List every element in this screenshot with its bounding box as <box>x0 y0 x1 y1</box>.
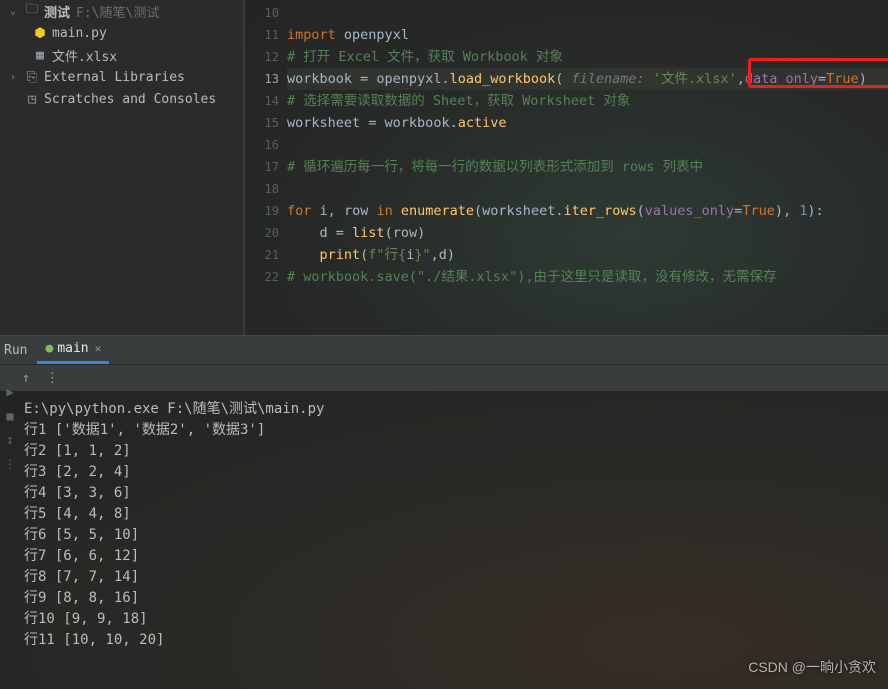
rerun-icon[interactable]: ▶ <box>6 385 13 399</box>
left-gutter-toolbar: ▶ ■ ↧ ⋮ <box>0 385 20 471</box>
line-number: 14 <box>245 90 287 112</box>
run-success-icon: ● <box>45 341 53 356</box>
run-tab-main[interactable]: ● main ✕ <box>37 336 109 364</box>
watermark-text: CSDN @一晌小贪欢 <box>748 657 876 677</box>
run-section-label: Run <box>0 343 37 358</box>
code-line[interactable] <box>287 178 888 200</box>
code-line[interactable]: import openpyxl <box>287 24 888 46</box>
tree-root-path: F:\随笔\测试 <box>76 2 159 21</box>
code-line[interactable]: # 循环遍历每一行，将每一行的数据以列表形式添加到 rows 列表中 <box>287 156 888 178</box>
console-line: 行1 ['数据1', '数据2', '数据3'] <box>24 420 888 441</box>
more-icon[interactable]: ⋮ <box>4 457 16 471</box>
line-number: 20 <box>245 222 287 244</box>
code-line[interactable] <box>287 2 888 24</box>
console-line: 行8 [7, 7, 14] <box>24 567 888 588</box>
scratches-icon: ◳ <box>24 92 40 107</box>
code-line[interactable]: # 打开 Excel 文件，获取 Workbook 对象 <box>287 46 888 68</box>
console-line: 行6 [5, 5, 10] <box>24 525 888 546</box>
console-line: 行9 [8, 8, 16] <box>24 588 888 609</box>
scroll-to-top-icon[interactable]: ↑ <box>22 371 30 386</box>
code-line[interactable]: d = list(row) <box>287 222 888 244</box>
tree-file-main-py[interactable]: ⬢ main.py <box>0 22 243 44</box>
tree-external-libraries[interactable]: › ⎘ External Libraries <box>0 66 243 88</box>
scratches-label: Scratches and Consoles <box>44 92 216 107</box>
chevron-right-icon[interactable]: › <box>10 72 22 83</box>
console-line: 行5 [4, 4, 8] <box>24 504 888 525</box>
line-number: 19 <box>245 200 287 222</box>
console-line: 行3 [2, 2, 4] <box>24 462 888 483</box>
code-line[interactable]: # 选择需要读取数据的 Sheet，获取 Worksheet 对象 <box>287 90 888 112</box>
code-line[interactable]: for i, row in enumerate(worksheet.iter_r… <box>287 200 888 222</box>
line-number-gutter: 10111213141516171819202122 <box>245 0 287 335</box>
line-number: 18 <box>245 178 287 200</box>
code-editor[interactable]: 10111213141516171819202122 import openpy… <box>244 0 888 335</box>
console-line: 行7 [6, 6, 12] <box>24 546 888 567</box>
tree-file-label: main.py <box>52 26 107 41</box>
more-actions-icon[interactable]: ⋮ <box>46 371 59 386</box>
python-file-icon: ⬢ <box>32 26 48 41</box>
line-number: 15 <box>245 112 287 134</box>
console-line: 行10 [9, 9, 18] <box>24 609 888 630</box>
line-number: 10 <box>245 2 287 24</box>
tree-root-folder[interactable]: ⌄ 🗀 测试 F:\随笔\测试 <box>0 0 243 22</box>
tree-scratches[interactable]: ◳ Scratches and Consoles <box>0 88 243 110</box>
close-icon[interactable]: ✕ <box>95 342 102 355</box>
line-number: 16 <box>245 134 287 156</box>
code-line[interactable]: worksheet = workbook.active <box>287 112 888 134</box>
line-number: 22 <box>245 266 287 288</box>
run-panel-tabstrip: Run ● main ✕ <box>0 335 888 365</box>
console-line: 行11 [10, 10, 20] <box>24 630 888 651</box>
external-libraries-label: External Libraries <box>44 70 185 85</box>
console-line: E:\py\python.exe F:\随笔\测试\main.py <box>24 399 888 420</box>
line-number: 11 <box>245 24 287 46</box>
tree-file-xlsx[interactable]: ▦ 文件.xlsx <box>0 44 243 66</box>
console-toolbar: ↑ ⋮ <box>0 365 888 391</box>
code-area[interactable]: import openpyxl# 打开 Excel 文件，获取 Workbook… <box>287 0 888 335</box>
tree-root-label: 测试 <box>44 2 70 21</box>
console-line: 行4 [3, 3, 6] <box>24 483 888 504</box>
run-console-output[interactable]: E:\py\python.exe F:\随笔\测试\main.py行1 ['数据… <box>0 391 888 689</box>
tree-file-label: 文件.xlsx <box>52 46 117 65</box>
spreadsheet-file-icon: ▦ <box>32 48 48 63</box>
folder-icon: 🗀 <box>24 0 40 22</box>
code-line[interactable]: workbook = openpyxl.load_workbook( filen… <box>287 68 888 90</box>
console-line: 行2 [1, 1, 2] <box>24 441 888 462</box>
chevron-down-icon[interactable]: ⌄ <box>10 6 22 17</box>
stop-icon[interactable]: ■ <box>6 409 13 423</box>
line-number: 12 <box>245 46 287 68</box>
project-tree: ⌄ 🗀 测试 F:\随笔\测试 ⬢ main.py ▦ 文件.xlsx › ⎘ … <box>0 0 244 335</box>
library-icon: ⎘ <box>24 70 40 85</box>
line-number: 21 <box>245 244 287 266</box>
run-tab-label: main <box>57 341 88 356</box>
line-number: 17 <box>245 156 287 178</box>
step-icon[interactable]: ↧ <box>6 433 13 447</box>
code-line[interactable]: # workbook.save("./结果.xlsx"),由于这里只是读取，没有… <box>287 266 888 288</box>
code-line[interactable] <box>287 134 888 156</box>
line-number: 13 <box>245 68 287 90</box>
code-line[interactable]: print(f"行{i}",d) <box>287 244 888 266</box>
